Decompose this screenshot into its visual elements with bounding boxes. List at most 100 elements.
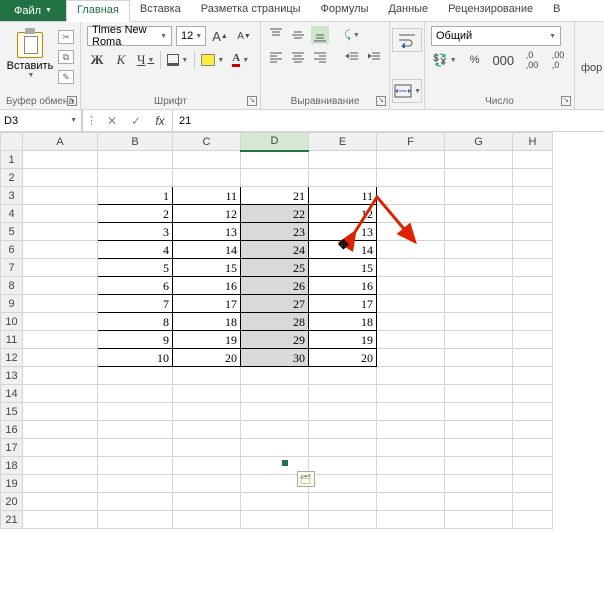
- cell-A11[interactable]: [23, 331, 98, 349]
- cell-F11[interactable]: [377, 331, 445, 349]
- cell-A8[interactable]: [23, 277, 98, 295]
- cell-A20[interactable]: [23, 493, 98, 511]
- cell-F16[interactable]: [377, 421, 445, 439]
- cell-C14[interactable]: [173, 385, 241, 403]
- row-header-18[interactable]: 18: [1, 457, 23, 475]
- format-painter-icon[interactable]: ✎: [58, 70, 74, 84]
- cell-H18[interactable]: [513, 457, 553, 475]
- font-size-select[interactable]: 12 ▼: [176, 26, 206, 46]
- cell-G12[interactable]: [445, 349, 513, 367]
- cell-F4[interactable]: [377, 205, 445, 223]
- cell-F12[interactable]: [377, 349, 445, 367]
- italic-button[interactable]: К: [111, 50, 131, 70]
- cell-D13[interactable]: [241, 367, 309, 385]
- row-header-14[interactable]: 14: [1, 385, 23, 403]
- cell-C1[interactable]: [173, 151, 241, 169]
- align-top-button[interactable]: [267, 26, 285, 44]
- cell-G4[interactable]: [445, 205, 513, 223]
- tab-вставка[interactable]: Вставка: [130, 0, 191, 21]
- cell-B21[interactable]: [98, 511, 173, 529]
- cell-G2[interactable]: [445, 169, 513, 187]
- cell-A12[interactable]: [23, 349, 98, 367]
- cell-G17[interactable]: [445, 439, 513, 457]
- cell-G10[interactable]: [445, 313, 513, 331]
- cell-G15[interactable]: [445, 403, 513, 421]
- cell-F10[interactable]: [377, 313, 445, 331]
- cell-A10[interactable]: [23, 313, 98, 331]
- cell-A17[interactable]: [23, 439, 98, 457]
- row-header-19[interactable]: 19: [1, 475, 23, 493]
- tab-данные[interactable]: Данные: [378, 0, 438, 21]
- dialog-launcher-icon[interactable]: ↘: [67, 96, 77, 106]
- cell-H10[interactable]: [513, 313, 553, 331]
- row-header-6[interactable]: 6: [1, 241, 23, 259]
- cell-B1[interactable]: [98, 151, 173, 169]
- border-button[interactable]: ▼: [165, 50, 190, 70]
- row-header-20[interactable]: 20: [1, 493, 23, 511]
- cell-A5[interactable]: [23, 223, 98, 241]
- paste-button[interactable]: Вставить ▼: [6, 26, 54, 84]
- cell-C8[interactable]: 16: [173, 277, 241, 295]
- cell-D16[interactable]: [241, 421, 309, 439]
- formula-input[interactable]: 21: [172, 110, 604, 131]
- cell-D10[interactable]: 28: [241, 313, 309, 331]
- cell-C7[interactable]: 15: [173, 259, 241, 277]
- wrap-text-button[interactable]: [392, 28, 422, 52]
- cell-B20[interactable]: [98, 493, 173, 511]
- paste-options-button[interactable]: 🗂: [297, 471, 315, 487]
- cell-G6[interactable]: [445, 241, 513, 259]
- number-format-select[interactable]: Общий ▼: [431, 26, 561, 46]
- column-header-E[interactable]: E: [309, 133, 377, 151]
- cell-A2[interactable]: [23, 169, 98, 187]
- cell-H19[interactable]: [513, 475, 553, 493]
- cell-F21[interactable]: [377, 511, 445, 529]
- cell-D20[interactable]: [241, 493, 309, 511]
- column-header-F[interactable]: F: [377, 133, 445, 151]
- dialog-launcher-icon[interactable]: ↘: [247, 96, 257, 106]
- column-header-D[interactable]: D: [241, 133, 309, 151]
- cell-F6[interactable]: [377, 241, 445, 259]
- file-tab[interactable]: Файл ▼: [0, 0, 66, 21]
- cell-H6[interactable]: [513, 241, 553, 259]
- cell-F1[interactable]: [377, 151, 445, 169]
- cell-B18[interactable]: [98, 457, 173, 475]
- cell-D17[interactable]: [241, 439, 309, 457]
- cell-B5[interactable]: 3: [98, 223, 173, 241]
- decrease-decimal-button[interactable]: ,00,0: [548, 50, 568, 70]
- cell-C13[interactable]: [173, 367, 241, 385]
- column-header-H[interactable]: H: [513, 133, 553, 151]
- row-header-7[interactable]: 7: [1, 259, 23, 277]
- decrease-font-button[interactable]: A▼: [234, 26, 254, 46]
- column-header-G[interactable]: G: [445, 133, 513, 151]
- cell-F9[interactable]: [377, 295, 445, 313]
- row-header-12[interactable]: 12: [1, 349, 23, 367]
- cell-H7[interactable]: [513, 259, 553, 277]
- underline-button[interactable]: Ч▼: [135, 50, 156, 70]
- tab-формулы[interactable]: Формулы: [311, 0, 379, 21]
- cell-G21[interactable]: [445, 511, 513, 529]
- cell-F19[interactable]: [377, 475, 445, 493]
- cell-C17[interactable]: [173, 439, 241, 457]
- cell-C20[interactable]: [173, 493, 241, 511]
- row-header-10[interactable]: 10: [1, 313, 23, 331]
- cell-F13[interactable]: [377, 367, 445, 385]
- cut-icon[interactable]: ✂: [58, 30, 74, 44]
- cell-A19[interactable]: [23, 475, 98, 493]
- cell-H15[interactable]: [513, 403, 553, 421]
- fill-color-button[interactable]: ▼: [199, 50, 226, 70]
- cell-D9[interactable]: 27: [241, 295, 309, 313]
- dialog-launcher-icon[interactable]: ↘: [561, 96, 571, 106]
- tab-в[interactable]: В: [543, 0, 570, 21]
- cell-B9[interactable]: 7: [98, 295, 173, 313]
- cell-G20[interactable]: [445, 493, 513, 511]
- cell-A6[interactable]: [23, 241, 98, 259]
- cell-C10[interactable]: 18: [173, 313, 241, 331]
- cell-E7[interactable]: 15: [309, 259, 377, 277]
- insert-function-button[interactable]: fx: [148, 114, 172, 128]
- cell-H1[interactable]: [513, 151, 553, 169]
- font-name-select[interactable]: Times New Roma ▼: [87, 26, 172, 46]
- row-header-21[interactable]: 21: [1, 511, 23, 529]
- cell-E10[interactable]: 18: [309, 313, 377, 331]
- row-header-13[interactable]: 13: [1, 367, 23, 385]
- cell-B11[interactable]: 9: [98, 331, 173, 349]
